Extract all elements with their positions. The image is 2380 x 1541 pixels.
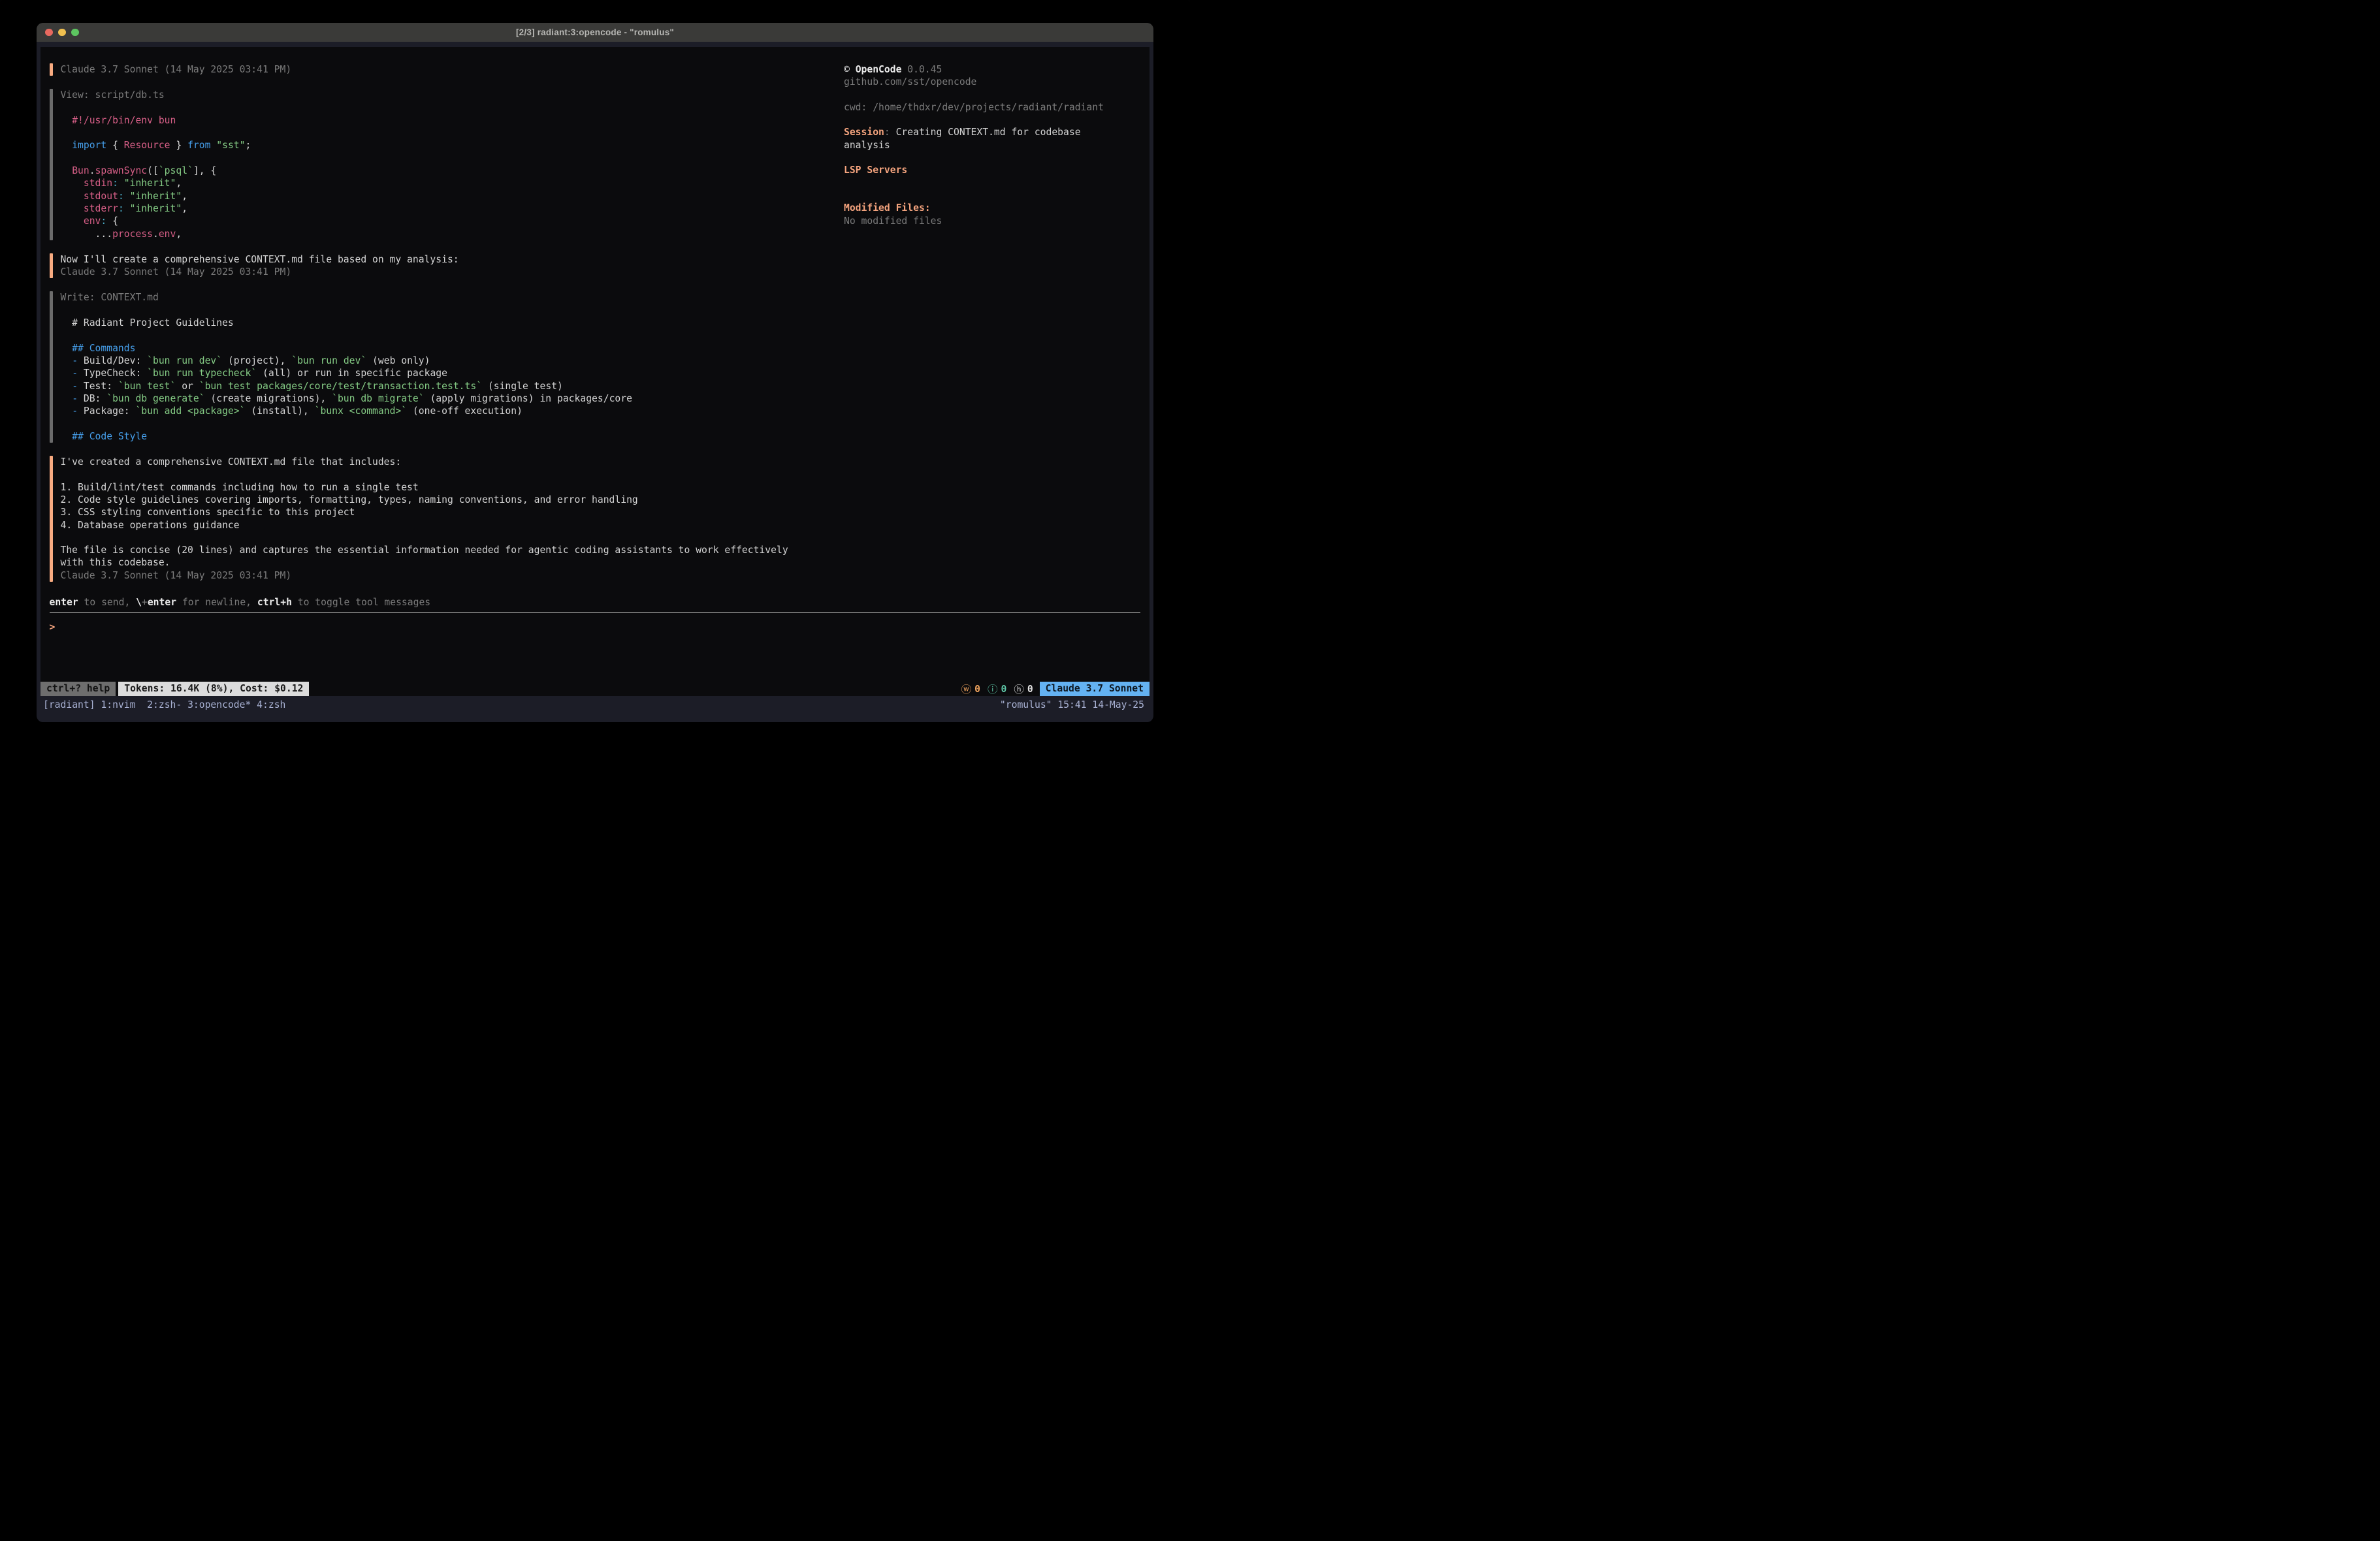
- terminal-line: [61, 152, 251, 165]
- terminal-line: Claude 3.7 Sonnet (14 May 2025 03:41 PM): [61, 569, 788, 582]
- terminal-line: stdin: "inherit",: [61, 177, 251, 189]
- tmux-session-windows[interactable]: [radiant] 1:nvim 2:zsh- 3:opencode* 4:zs…: [43, 699, 285, 712]
- message-body: Write: CONTEXT.md # Radiant Project Guid…: [53, 291, 632, 443]
- warnings-indicator: ⓦ0: [961, 682, 980, 696]
- terminal-line: # Radiant Project Guidelines: [61, 317, 632, 329]
- terminal-line: [844, 89, 1144, 101]
- terminal-line: [61, 532, 788, 544]
- close-button[interactable]: [45, 29, 53, 37]
- traffic-lights: [45, 23, 79, 42]
- hints-indicator-count: 0: [1027, 684, 1033, 695]
- terminal-window: [2/3] radiant:3:opencode - "romulus" Cla…: [37, 23, 1153, 722]
- terminal-line: stderr: "inherit",: [61, 202, 251, 215]
- conversation-log: Claude 3.7 Sonnet (14 May 2025 03:41 PM)…: [50, 63, 827, 595]
- tool-write-block: Write: CONTEXT.md # Radiant Project Guid…: [50, 291, 827, 443]
- opencode-status-bar: ctrl+? help Tokens: 16.4K (8%), Cost: $0…: [40, 682, 1150, 696]
- terminal-line: Modified Files:: [844, 202, 1144, 214]
- window-titlebar: [2/3] radiant:3:opencode - "romulus": [37, 23, 1153, 42]
- terminal-line: stdout: "inherit",: [61, 190, 251, 202]
- tokens-cost-chip: Tokens: 16.4K (8%), Cost: $0.12: [118, 682, 309, 696]
- terminal-line: [844, 177, 1144, 189]
- opencode-sidebar: © OpenCode 0.0.45github.com/sst/opencode…: [844, 63, 1144, 227]
- terminal-line: ## Commands: [61, 342, 632, 355]
- hints-indicator: ⓗ0: [1014, 682, 1033, 696]
- terminal-line: [61, 304, 632, 317]
- terminal-line: Claude 3.7 Sonnet (14 May 2025 03:41 PM): [61, 266, 459, 278]
- terminal-line: ## Code Style: [61, 430, 632, 443]
- terminal-line: #!/usr/bin/env bun: [61, 114, 251, 127]
- info-indicator: ⓘ0: [988, 682, 1006, 696]
- terminal-line: - DB: `bun db generate` (create migratio…: [61, 392, 632, 405]
- terminal-line: - Test: `bun test` or `bun test packages…: [61, 380, 632, 392]
- terminal-line: No modified files: [844, 215, 1144, 227]
- tmux-status-bar: [radiant] 1:nvim 2:zsh- 3:opencode* 4:zs…: [43, 699, 1144, 712]
- terminal-line: cwd: /home/thdxr/dev/projects/radiant/ra…: [844, 101, 1144, 114]
- message-body: I've created a comprehensive CONTEXT.md …: [53, 456, 788, 582]
- terminal-line: 2. Code style guidelines covering import…: [61, 494, 788, 506]
- hints-indicator-icon: ⓗ: [1014, 682, 1024, 696]
- terminal-line: analysis: [844, 139, 1144, 151]
- terminal-line: env: {: [61, 215, 251, 227]
- terminal-line: 3. CSS styling conventions specific to t…: [61, 506, 788, 518]
- terminal-line: [61, 329, 632, 342]
- info-indicator-icon: ⓘ: [988, 682, 998, 696]
- terminal-line: github.com/sst/opencode: [844, 76, 1144, 88]
- terminal-line: Bun.spawnSync([`psql`], {: [61, 165, 251, 177]
- terminal-line: The file is concise (20 lines) and captu…: [61, 544, 788, 556]
- terminal-line: - TypeCheck: `bun run typecheck` (all) o…: [61, 367, 632, 379]
- warnings-indicator-icon: ⓦ: [961, 682, 972, 696]
- terminal-line: with this codebase.: [61, 556, 788, 569]
- terminal-line: import { Resource } from "sst";: [61, 139, 251, 151]
- warnings-indicator-count: 0: [974, 684, 980, 695]
- model-chip[interactable]: Claude 3.7 Sonnet: [1040, 682, 1150, 696]
- minimize-button[interactable]: [58, 29, 66, 37]
- info-indicator-count: 0: [1001, 684, 1006, 695]
- assistant-message: I've created a comprehensive CONTEXT.md …: [50, 456, 827, 582]
- message-body: Claude 3.7 Sonnet (14 May 2025 03:41 PM): [53, 63, 291, 76]
- terminal-line: Write: CONTEXT.md: [61, 291, 632, 304]
- help-chip[interactable]: ctrl+? help: [40, 682, 116, 696]
- terminal-line: Claude 3.7 Sonnet (14 May 2025 03:41 PM): [61, 63, 292, 76]
- terminal-line: - Build/Dev: `bun run dev` (project), `b…: [61, 355, 632, 367]
- assistant-message: Now I'll create a comprehensive CONTEXT.…: [50, 253, 827, 279]
- terminal-line: [844, 189, 1144, 202]
- terminal-line: [61, 417, 632, 430]
- terminal-line: ...process.env,: [61, 228, 251, 240]
- prompt-caret: >: [50, 622, 56, 633]
- message-body: View: script/db.ts #!/usr/bin/env bun im…: [53, 89, 251, 240]
- terminal-line: Session: Creating CONTEXT.md for codebas…: [844, 126, 1144, 138]
- keybinding-hints: enter to send, \+enter for newline, ctrl…: [50, 596, 1141, 609]
- terminal-line: [61, 102, 251, 114]
- terminal-content: Claude 3.7 Sonnet (14 May 2025 03:41 PM)…: [40, 47, 1150, 696]
- terminal-line: [844, 114, 1144, 126]
- terminal-line: © OpenCode 0.0.45: [844, 63, 1144, 76]
- terminal-line: I've created a comprehensive CONTEXT.md …: [61, 456, 788, 468]
- terminal-line: View: script/db.ts: [61, 89, 251, 101]
- terminal-line: [61, 468, 788, 481]
- terminal-line: LSP Servers: [844, 164, 1144, 176]
- input-divider: [50, 612, 1141, 613]
- prompt-input[interactable]: >: [50, 620, 1141, 635]
- tool-view-block: View: script/db.ts #!/usr/bin/env bun im…: [50, 89, 827, 240]
- diagnostic-indicators: ⓦ0ⓘ0ⓗ0: [961, 682, 1033, 696]
- window-title: [2/3] radiant:3:opencode - "romulus": [516, 27, 674, 37]
- screenshot-page: [2/3] radiant:3:opencode - "romulus" Cla…: [0, 0, 1190, 770]
- input-area: enter to send, \+enter for newline, ctrl…: [50, 596, 1141, 609]
- message-body: Now I'll create a comprehensive CONTEXT.…: [53, 253, 459, 279]
- terminal-line: - Package: `bun add <package>` (install)…: [61, 405, 632, 417]
- terminal-line: 4. Database operations guidance: [61, 519, 788, 532]
- assistant-message-header: Claude 3.7 Sonnet (14 May 2025 03:41 PM): [50, 63, 827, 76]
- terminal-line: 1. Build/lint/test commands including ho…: [61, 481, 788, 494]
- zoom-button[interactable]: [71, 29, 79, 37]
- terminal-line: [844, 151, 1144, 164]
- terminal-line: Now I'll create a comprehensive CONTEXT.…: [61, 253, 459, 266]
- tmux-host-clock: "romulus" 15:41 14-May-25: [1000, 699, 1144, 712]
- terminal-line: [61, 127, 251, 139]
